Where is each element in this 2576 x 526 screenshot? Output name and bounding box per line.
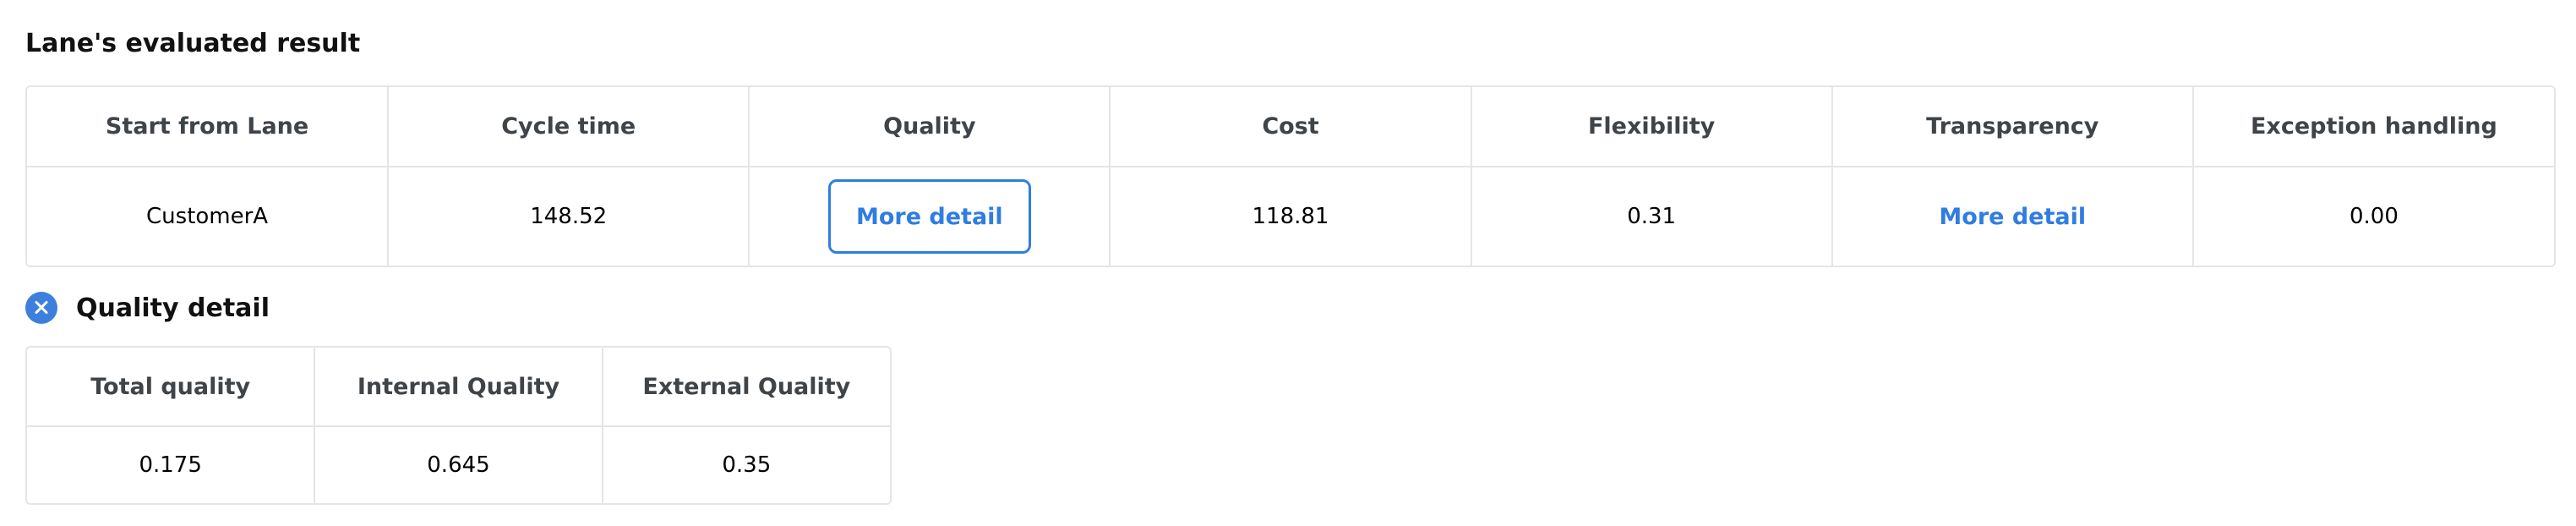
cell-flexibility: 0.31 <box>1471 167 1833 266</box>
cell-start-from-lane: CustomerA <box>27 167 390 266</box>
table-header-row: Start from Lane Cycle time Quality Cost … <box>27 87 2554 167</box>
quality-detail-title: Quality detail <box>76 293 270 323</box>
column-header-cycle-time: Cycle time <box>388 87 750 167</box>
quality-detail-header: Quality detail <box>25 291 270 325</box>
evaluated-result-table: Start from Lane Cycle time Quality Cost … <box>25 85 2556 267</box>
quality-more-detail-button[interactable]: More detail <box>827 179 1031 254</box>
column-header-cost: Cost <box>1110 87 1472 167</box>
cell-cost: 118.81 <box>1110 167 1472 266</box>
cell-external-quality: 0.35 <box>722 452 772 478</box>
transparency-more-detail-link[interactable]: More detail <box>1939 204 2086 230</box>
section-title: Lane's evaluated result <box>25 29 361 58</box>
table-row: 0.175 0.645 0.35 <box>27 426 890 503</box>
column-header-start-from-lane: Start from Lane <box>27 87 390 167</box>
cell-transparency: More detail <box>1831 167 2194 266</box>
cell-cycle-time: 148.52 <box>388 167 750 266</box>
close-circle-icon[interactable] <box>25 292 57 324</box>
table-row: CustomerA 148.52 More detail 118.81 0.31… <box>27 167 2554 266</box>
cell-internal-quality: 0.645 <box>314 426 603 503</box>
column-header-external-quality: External Quality <box>602 348 890 427</box>
column-header-total-quality: Total quality <box>27 348 316 427</box>
column-header-exception-handling: Exception handling <box>2192 87 2554 167</box>
column-header-quality: Quality <box>749 87 1111 167</box>
column-header-transparency: Transparency <box>1831 87 2194 167</box>
column-header-internal-quality: Internal Quality <box>314 348 603 427</box>
cell-total-quality: 0.175 <box>27 426 316 503</box>
quality-detail-table: Total quality Internal Quality External … <box>25 346 892 505</box>
column-header-flexibility: Flexibility <box>1471 87 1833 167</box>
table-header-row: Total quality Internal Quality External … <box>27 348 890 427</box>
cell-quality: More detail <box>749 167 1111 266</box>
cell-exception-handling: 0.00 <box>2349 204 2399 229</box>
